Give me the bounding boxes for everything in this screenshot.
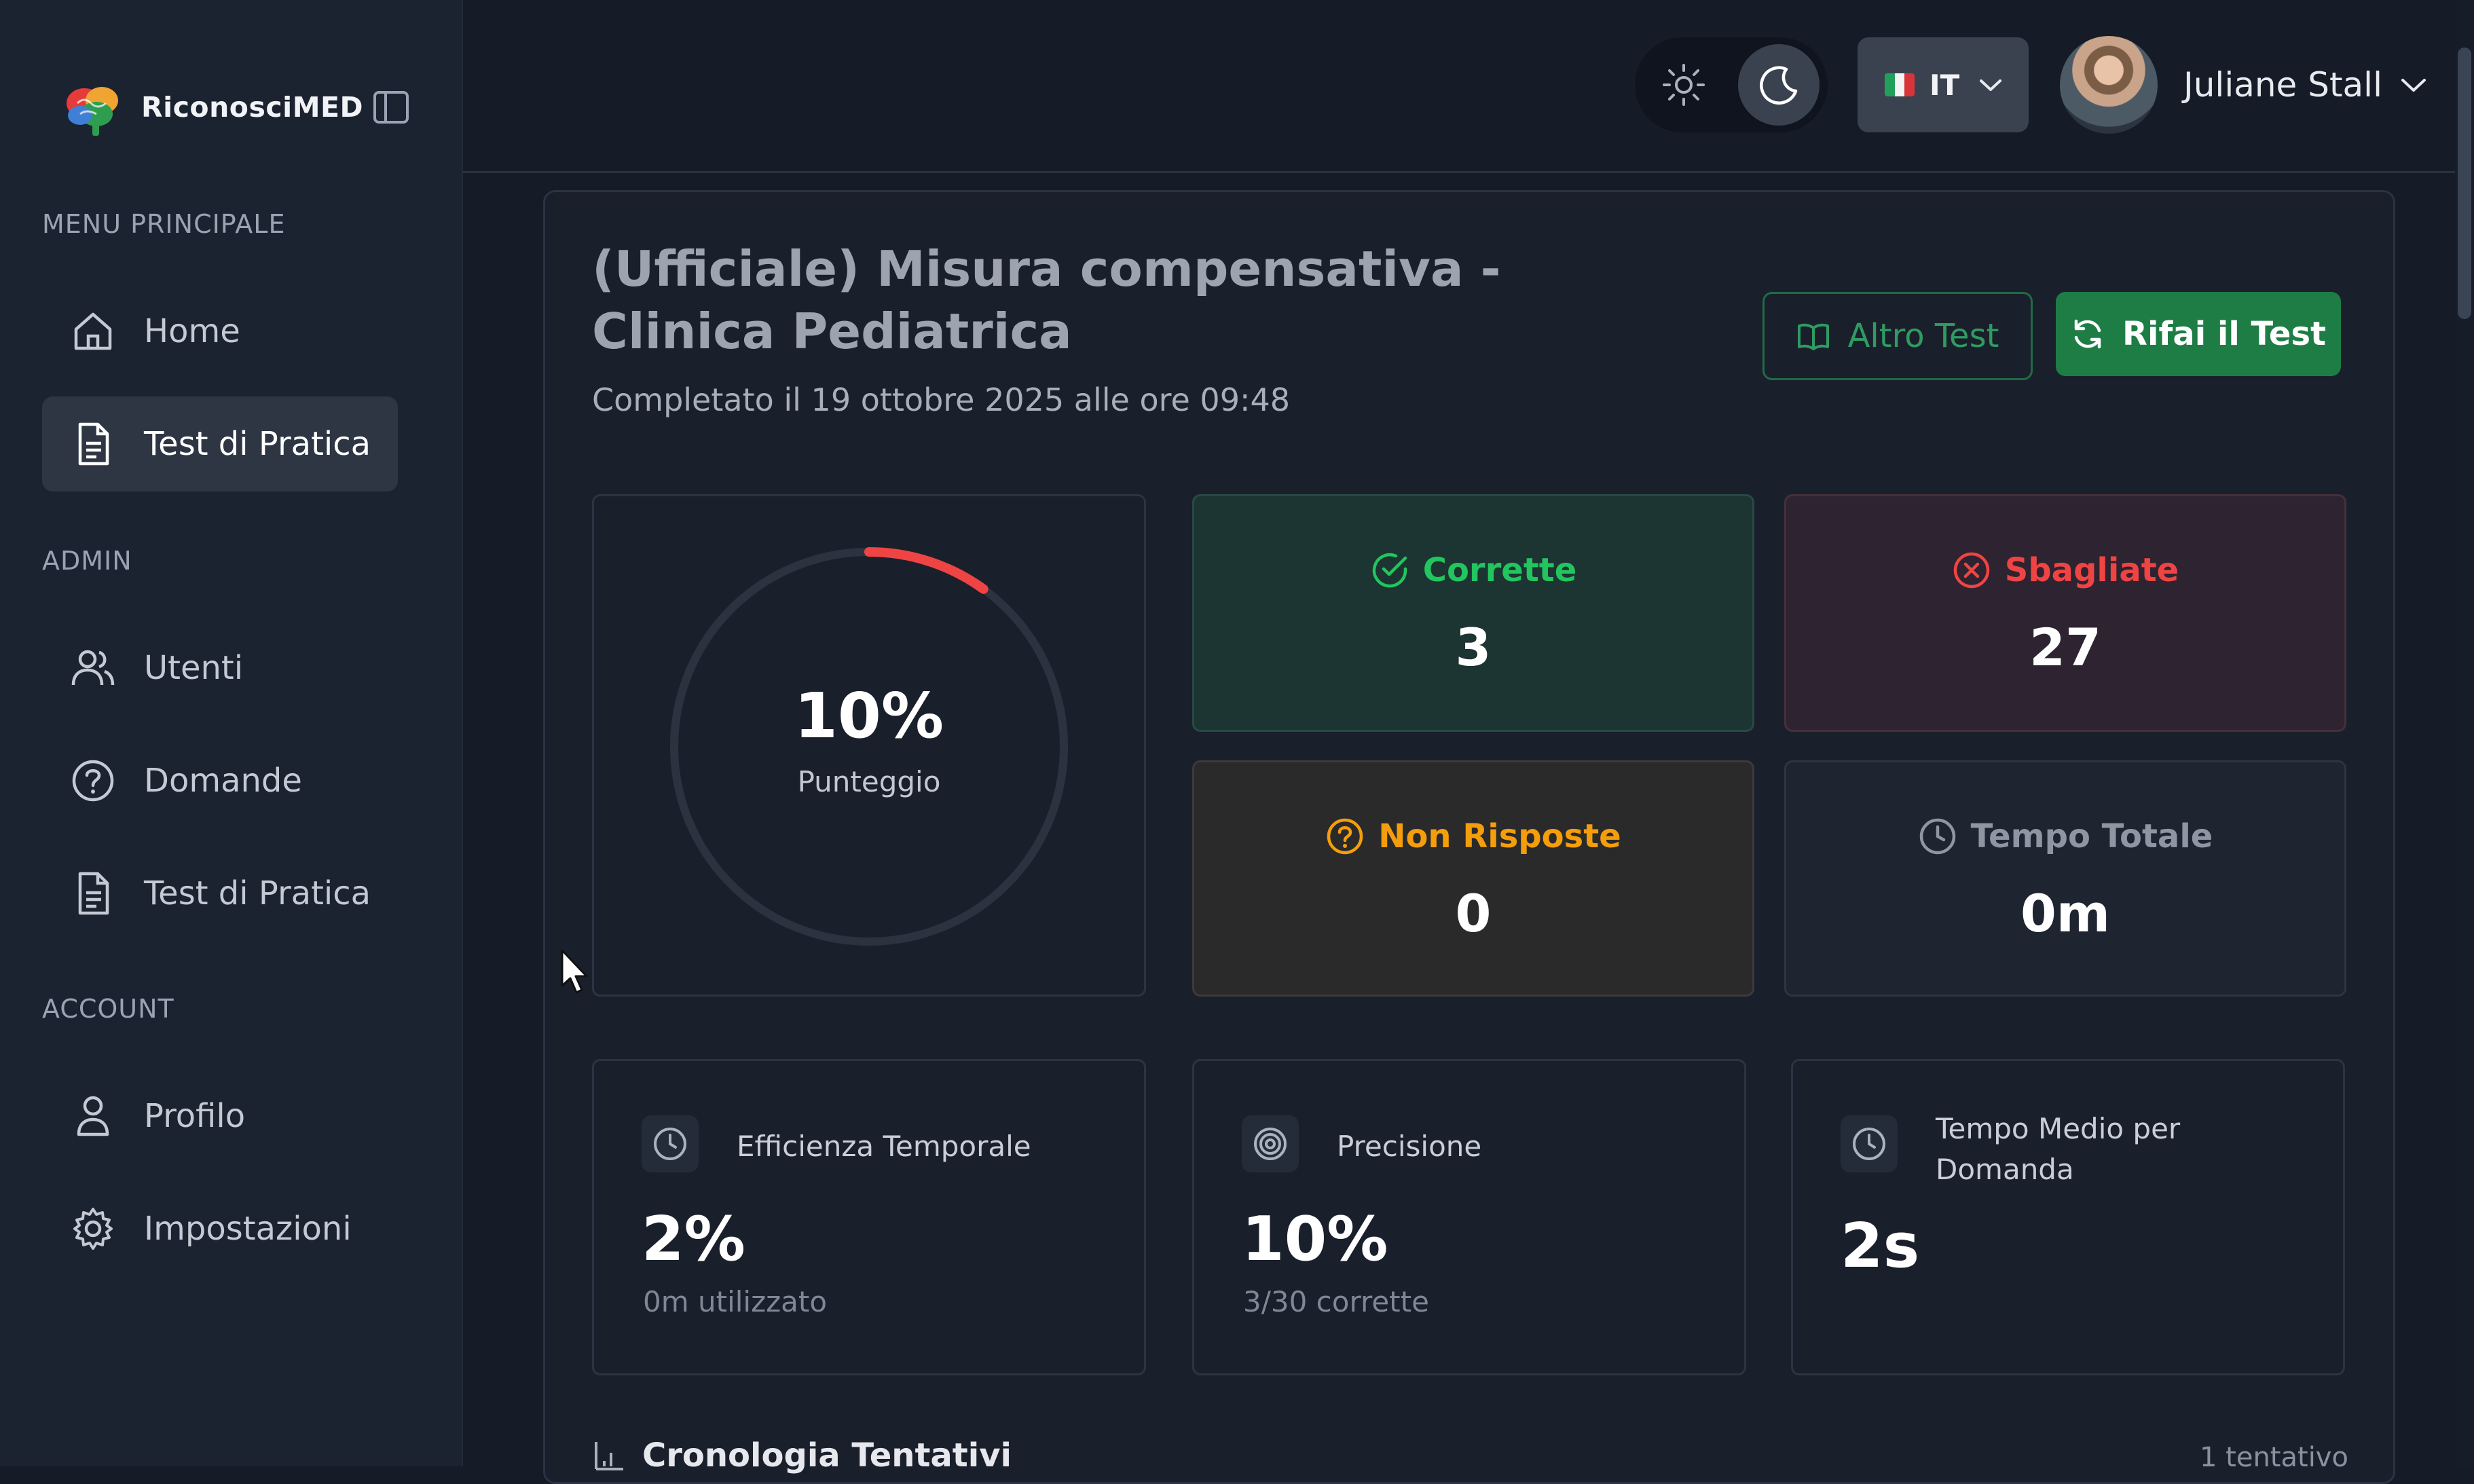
dark-mode-button[interactable] (1738, 44, 1820, 126)
metric-title: Precisione (1337, 1130, 1482, 1163)
sidebar-item-label: Test di Pratica (144, 425, 371, 463)
wrong-label: Sbagliate (2004, 551, 2179, 589)
question-circle-icon (1327, 818, 1363, 855)
attempt-count: 1 tentativo (2200, 1442, 2348, 1473)
correct-stat-header: Corrette (1194, 551, 1752, 590)
total-time-value: 0m (2020, 883, 2111, 944)
bar-chart-icon (595, 1442, 623, 1470)
clock-icon (1853, 1128, 1885, 1160)
book-open-icon (1797, 323, 1829, 350)
sidebar-item-label: Test di Pratica (144, 874, 371, 912)
brain-logo-icon (67, 87, 118, 136)
metric-value: 10% (1242, 1204, 1388, 1275)
total-time-stat-header: Tempo Totale (1786, 817, 2344, 856)
time-efficiency-card: Efficienza Temporale 2% 0m utilizzato (592, 1059, 1146, 1375)
clock-icon (654, 1128, 686, 1160)
chevron-down-icon (1980, 79, 2002, 91)
sidebar-toggle-icon[interactable] (372, 88, 410, 126)
wrong-stat: Sbagliate 27 (1784, 494, 2346, 732)
retake-test-button[interactable]: Rifai il Test (2056, 292, 2341, 376)
sidebar-item-home[interactable]: Home (42, 284, 398, 379)
brand[interactable]: RiconosciMED (57, 76, 363, 138)
document-icon (78, 422, 109, 466)
user-icon (77, 1096, 109, 1136)
language-selector[interactable]: IT (1858, 37, 2029, 132)
section-title-main: MENU PRINCIPALE (42, 209, 286, 239)
sidebar: RiconosciMED MENU PRINCIPALE Home Test d… (0, 0, 463, 1466)
users-icon (71, 650, 115, 686)
user-name: Juliane Stall (2183, 65, 2382, 105)
unanswered-value: 0 (1455, 883, 1492, 944)
language-code: IT (1930, 68, 1960, 102)
wrong-stat-header: Sbagliate (1786, 551, 2344, 590)
average-time-card: Tempo Medio per Domanda 2s (1791, 1059, 2345, 1375)
page-scrollbar[interactable] (2455, 0, 2474, 1466)
clock-icon (1919, 818, 1955, 855)
sidebar-item-settings[interactable]: Impostazioni (42, 1181, 398, 1276)
light-mode-button[interactable] (1643, 44, 1724, 126)
top-header: IT Juliane Stall (463, 0, 2455, 173)
sidebar-item-label: Home (144, 312, 240, 350)
app-name: RiconosciMED (141, 91, 364, 124)
score-panel: 10% Punteggio (592, 494, 1146, 997)
user-menu[interactable]: Juliane Stall (2060, 34, 2427, 136)
other-test-button[interactable]: Altro Test (1762, 292, 2033, 380)
score-value: 10% (794, 680, 944, 752)
metric-icon-box (1841, 1115, 1898, 1172)
correct-stat: Corrette 3 (1192, 494, 1754, 732)
total-time-stat: Tempo Totale 0m (1784, 760, 2346, 997)
sidebar-item-label: Utenti (144, 649, 244, 687)
retake-test-label: Rifai il Test (2122, 315, 2326, 353)
check-circle-icon (1372, 553, 1407, 588)
target-icon (1254, 1128, 1287, 1160)
theme-toggle[interactable] (1635, 37, 1828, 132)
score-label: Punteggio (797, 765, 941, 798)
sidebar-item-admin-practice-test[interactable]: Test di Pratica (42, 846, 398, 941)
section-title-account: ACCOUNT (42, 994, 174, 1024)
metric-title: Tempo Medio per Domanda (1936, 1112, 2181, 1186)
italian-flag-icon (1885, 73, 1915, 96)
sun-icon (1663, 64, 1705, 106)
home-icon (74, 312, 112, 350)
document-icon (78, 872, 109, 915)
gear-icon (73, 1208, 113, 1250)
question-circle-icon (72, 760, 114, 802)
sidebar-item-label: Domande (144, 762, 302, 800)
moon-icon (1760, 66, 1798, 105)
page-title: (Ufficiale) Misura compensativa - Clinic… (592, 240, 1501, 360)
sidebar-item-label: Impostazioni (144, 1210, 352, 1248)
completed-date: Completato il 19 ottobre 2025 alle ore 0… (592, 382, 1290, 418)
sidebar-item-users[interactable]: Utenti (42, 620, 398, 716)
sidebar-item-practice-test[interactable]: Test di Pratica (42, 396, 398, 491)
wrong-value: 27 (2029, 617, 2101, 678)
correct-value: 3 (1455, 617, 1492, 678)
correct-label: Corrette (1422, 551, 1577, 589)
unanswered-label: Non Risposte (1378, 817, 1621, 855)
unanswered-stat: Non Risposte 0 (1192, 760, 1754, 997)
chevron-down-icon (2401, 79, 2426, 92)
total-time-label: Tempo Totale (1970, 817, 2213, 855)
metric-icon-box (642, 1115, 699, 1172)
sidebar-item-profile[interactable]: Profilo (42, 1069, 398, 1164)
sidebar-item-questions[interactable]: Domande (42, 733, 398, 828)
avatar (2060, 36, 2158, 134)
refresh-icon (2074, 319, 2101, 349)
section-title-admin: ADMIN (42, 546, 132, 576)
unanswered-stat-header: Non Risposte (1194, 817, 1752, 856)
sidebar-item-label: Profilo (144, 1097, 246, 1135)
metric-subtext: 0m utilizzato (643, 1285, 828, 1318)
metric-title: Efficienza Temporale (737, 1130, 1031, 1163)
attempt-history-header: Cronologia Tentativi (592, 1436, 1012, 1474)
precision-card: Precisione 10% 3/30 corrette (1192, 1059, 1746, 1375)
metric-value: 2% (642, 1204, 745, 1275)
metric-icon-box (1242, 1115, 1299, 1172)
x-circle-icon (1953, 552, 1989, 589)
other-test-label: Altro Test (1847, 317, 1999, 355)
mouse-cursor-icon (561, 949, 588, 994)
metric-subtext: 3/30 corrette (1243, 1285, 1429, 1318)
metric-value: 2s (1841, 1210, 1920, 1282)
attempt-history-title: Cronologia Tentativi (642, 1436, 1012, 1474)
scrollbar-thumb[interactable] (2458, 48, 2471, 319)
